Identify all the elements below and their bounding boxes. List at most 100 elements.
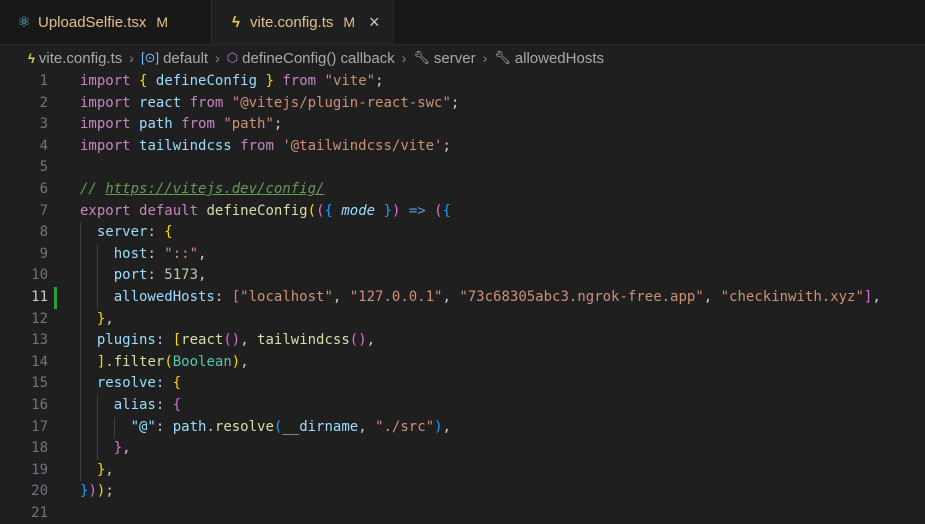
code-line: 18 }, <box>0 438 925 460</box>
code-line: 19 }, <box>0 459 925 482</box>
keyword: import <box>80 94 131 111</box>
property-key: server <box>96 224 148 241</box>
modified-line-indicator <box>54 287 57 309</box>
string: "vite" <box>324 73 376 89</box>
line-number: 2 <box>39 94 48 111</box>
identifier: __dirname <box>282 418 359 435</box>
code-line: 13 plugins: [react(), tailwindcss(), <box>0 330 925 352</box>
line-number: 6 <box>39 180 48 197</box>
chevron-right-icon: › <box>401 50 407 66</box>
parameter: mode <box>341 202 376 219</box>
keyword: export <box>80 202 131 219</box>
brace: } <box>265 73 274 89</box>
identifier: path <box>139 116 173 133</box>
code-line: 3 import path from "path"; <box>0 114 925 136</box>
property-key: host <box>113 245 148 262</box>
modified-badge: M <box>343 14 356 30</box>
code-line: 14 ].filter(Boolean), <box>0 351 925 374</box>
property-key: plugins <box>96 332 156 349</box>
string: "path" <box>223 116 274 133</box>
chevron-right-icon: › <box>129 50 134 66</box>
string: "checkinwith.xyz" <box>720 288 864 305</box>
line-number: 14 <box>31 353 48 370</box>
code-line: 7 export default defineConfig(({ mode })… <box>0 201 925 223</box>
code-line: 20 })); <box>0 481 925 503</box>
variable-icon: [⊙] <box>140 50 160 65</box>
typescript-icon: ϟ <box>232 13 240 31</box>
string: '@tailwindcss/vite' <box>282 137 443 154</box>
method-call: resolve <box>214 418 274 435</box>
code-line: 21 <box>0 503 925 524</box>
breadcrumb: ϟ vite.config.ts › [⊙] default › ⬡ defin… <box>0 45 925 71</box>
code-line: 16 alias: { <box>0 394 925 417</box>
line-number: 11 <box>31 288 48 305</box>
chevron-right-icon: › <box>215 50 220 66</box>
react-icon: ⚛ <box>17 14 31 31</box>
keyword: from <box>240 137 274 154</box>
line-number: 10 <box>31 267 48 284</box>
property-key: "@" <box>130 418 156 435</box>
keyword: import <box>80 116 131 133</box>
brace: { <box>139 73 148 89</box>
tab-uploadselfie[interactable]: ⚛ UploadSelfie.tsx M <box>0 0 212 44</box>
string: "73c68305abc3.ngrok-free.app" <box>459 288 704 305</box>
line-number: 7 <box>39 202 48 219</box>
arrow-operator: => <box>408 202 426 219</box>
line-number: 9 <box>39 245 48 262</box>
property-key: alias <box>113 396 156 413</box>
breadcrumb-item-server[interactable]: server <box>434 50 476 67</box>
line-number: 12 <box>31 310 48 327</box>
string: "@vitejs/plugin-react-swc" <box>231 94 451 111</box>
property-key: allowedHosts <box>113 288 215 305</box>
code-line: 4 import tailwindcss from '@tailwindcss/… <box>0 136 925 158</box>
code-line: 5 <box>0 157 925 179</box>
code-line: 8 server: { <box>0 222 925 244</box>
line-number: 20 <box>31 483 48 500</box>
chevron-right-icon: › <box>482 50 488 66</box>
modified-badge: M <box>156 14 169 30</box>
type-name: Boolean <box>172 353 232 370</box>
line-number: 3 <box>39 116 48 133</box>
line-number: 15 <box>31 375 48 392</box>
identifier: defineConfig <box>155 73 258 89</box>
line-number: 8 <box>39 224 48 241</box>
keyword: import <box>80 137 131 154</box>
breadcrumb-item-callback[interactable]: defineConfig() callback <box>242 50 395 67</box>
number: 5173 <box>164 267 199 284</box>
property-key: resolve <box>96 375 156 392</box>
code-line: 2 import react from "@vitejs/plugin-reac… <box>0 93 925 115</box>
string: "localhost" <box>240 288 333 305</box>
typescript-icon: ϟ <box>28 50 35 66</box>
line-number: 5 <box>39 159 48 176</box>
keyword: from <box>282 73 317 89</box>
function-name: defineConfig <box>206 202 308 219</box>
code-line: 9 host: "::", <box>0 243 925 266</box>
method-cube-icon: ⬡ <box>226 50 239 65</box>
identifier: tailwindcss <box>139 137 232 154</box>
code-line: 6 // https://vitejs.dev/config/ <box>0 179 925 201</box>
code-editor[interactable]: 1 import { defineConfig } from "vite"; 2… <box>0 71 925 524</box>
keyword: default <box>139 202 199 219</box>
line-number: 21 <box>31 504 48 521</box>
close-icon[interactable]: × <box>369 13 380 31</box>
line-number: 1 <box>39 73 48 89</box>
breadcrumb-file[interactable]: vite.config.ts <box>39 50 122 67</box>
breadcrumb-item-default[interactable]: default <box>163 50 208 67</box>
code-line: 17 "@": path.resolve(__dirname, "./src")… <box>0 416 925 439</box>
identifier: react <box>139 94 182 111</box>
comment-link[interactable]: https://vitejs.dev/config/ <box>105 181 324 197</box>
comment: // <box>80 180 106 197</box>
code-line: 1 import { defineConfig } from "vite"; <box>0 71 925 93</box>
tab-vite-config[interactable]: ϟ vite.config.ts M × <box>212 0 394 44</box>
editor-tab-bar: ⚛ UploadSelfie.tsx M ϟ vite.config.ts M … <box>0 0 925 45</box>
line-number: 16 <box>31 396 48 413</box>
property-key: port <box>113 267 148 284</box>
tab-label: UploadSelfie.tsx <box>38 13 147 31</box>
code-line: 10 port: 5173, <box>0 265 925 287</box>
keyword: from <box>181 116 215 133</box>
tab-label: vite.config.ts <box>250 13 334 31</box>
identifier: path <box>172 418 207 435</box>
code-line: 15 resolve: { <box>0 373 925 395</box>
breadcrumb-item-allowedhosts[interactable]: allowedHosts <box>515 50 604 67</box>
code-line: 12 }, <box>0 308 925 331</box>
